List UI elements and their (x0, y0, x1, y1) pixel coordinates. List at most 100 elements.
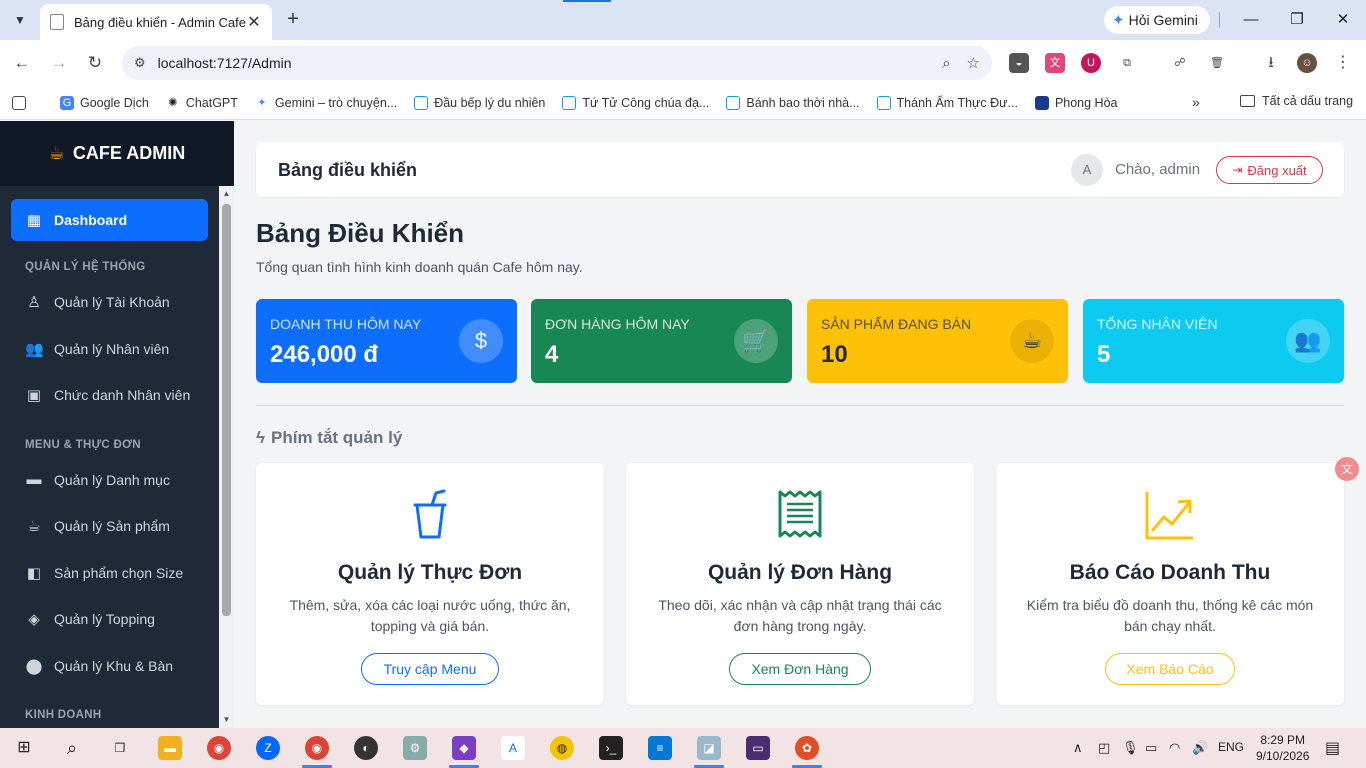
trash-icon[interactable]: 🗑 (1207, 53, 1227, 73)
volume-icon[interactable]: 🔊 (1192, 740, 1208, 756)
address-bar[interactable]: ⚙ localhost:7127/Admin ⌕ ☆ (122, 46, 992, 80)
bookmark-label: Thánh Ẩm Thực Đư... (896, 95, 1018, 110)
sidebar-item-sizes[interactable]: ◧ Sản phẩm chọn Size (0, 550, 219, 597)
bookmarks-overflow-icon[interactable]: » (1192, 94, 1200, 110)
search-icon[interactable]: ⌕ (60, 736, 84, 760)
sidebar-item-label: Quản lý Topping (54, 611, 155, 628)
stat-value: 4 (545, 341, 559, 368)
ssms-icon[interactable]: ▭ (746, 736, 770, 760)
people-icon: 👥 (25, 340, 44, 358)
extensions-puzzle-icon[interactable]: ⧉ (1117, 53, 1137, 73)
app-store-icon[interactable]: A (501, 736, 525, 760)
sidebar-item-staff[interactable]: 👥 Quản lý Nhân viên (0, 326, 219, 373)
tray-camera-icon[interactable]: ◰ (1098, 740, 1110, 756)
tab-search-chevron-icon[interactable]: ▼ (8, 8, 32, 32)
bookmark-novel-3[interactable]: Bánh bao thời nhà... (726, 95, 860, 110)
sidebar-section-business: KINH DOANH (25, 709, 102, 721)
windows-taskbar: ⊞ ⌕ ❒ ▬ ◉ Z ◉ ◐ ⚙ ◆ A ◍ ›_ ≡ ◪ ▭ ✿ ∧ ◰ 🎙… (0, 728, 1366, 768)
download-icon[interactable]: ⭳ (1261, 53, 1281, 73)
virtual-machine-icon[interactable]: ◪ (697, 736, 721, 760)
size-icon: ◧ (26, 564, 42, 582)
database-icon[interactable]: ≡ (648, 736, 672, 760)
task-view-icon[interactable]: ❒ (108, 736, 132, 760)
app-red-icon[interactable]: ✿ (795, 736, 819, 760)
notification-center-icon[interactable]: ▤ (1325, 738, 1340, 758)
scroll-down-arrow-icon[interactable]: ▼ (219, 712, 234, 728)
book-icon (726, 95, 741, 110)
logout-button[interactable]: ⇥ Đăng xuất (1216, 156, 1323, 184)
bookmark-novel-2[interactable]: Tứ Tử Công chúa đạ... (562, 95, 710, 110)
wifi-icon[interactable]: ◠ (1169, 740, 1180, 756)
scrollbar-thumb[interactable] (222, 204, 231, 616)
battery-icon[interactable]: ▭ (1145, 740, 1157, 756)
chrome-icon[interactable]: ◉ (207, 736, 231, 760)
site-settings-icon[interactable]: ⚙ (134, 55, 146, 71)
stat-label: ĐƠN HÀNG HÔM NAY (545, 316, 690, 332)
bookmark-chatgpt[interactable]: ✺ ChatGPT (166, 96, 238, 110)
all-bookmarks-folder[interactable]: Tất cả dấu trang (1240, 94, 1353, 108)
brand-logo[interactable]: ☕ CAFE ADMIN (0, 121, 234, 186)
window-close-icon[interactable]: ✕ (1331, 8, 1355, 32)
settings-gear-icon[interactable]: ⚙ (403, 736, 427, 760)
incognito-icon[interactable]: ☍ (1170, 53, 1190, 73)
sidebar-item-dashboard[interactable]: ▦ Dashboard (11, 199, 208, 241)
layers-icon: ◈ (28, 611, 40, 629)
profile-avatar-icon[interactable]: ☺ (1297, 53, 1317, 73)
sidebar-item-job-titles[interactable]: ▣ Chức danh Nhân viên (0, 372, 219, 419)
chrome-active-icon[interactable]: ◉ (305, 736, 329, 760)
sidebar-item-products[interactable]: ☕ Quản lý Sản phẩm (0, 503, 219, 550)
bookmark-novel-4[interactable]: Thánh Ẩm Thực Đư... (876, 95, 1018, 110)
reload-icon[interactable]: ↻ (83, 51, 107, 75)
sidebar-item-areas-tables[interactable]: ⬤ Quản lý Khu & Bàn (0, 643, 219, 690)
bookmark-gemini[interactable]: ✦ Gemini – trò chuyện... (255, 96, 397, 110)
tab-close-icon[interactable]: ✕ (246, 12, 262, 32)
back-arrow-icon[interactable]: ← (10, 51, 34, 75)
windows-start-icon[interactable]: ⊞ (12, 736, 36, 760)
floating-translate-icon[interactable]: 文 (1335, 457, 1359, 481)
view-orders-button[interactable]: Xem Đơn Hàng (729, 653, 871, 685)
sidebar-item-toppings[interactable]: ◈ Quản lý Topping (0, 596, 219, 643)
microphone-icon[interactable]: 🎙 (1122, 740, 1139, 756)
bookmark-star-icon[interactable]: ☆ (967, 54, 980, 72)
app-yellow-icon[interactable]: ◍ (550, 736, 574, 760)
extension-hat-icon[interactable]: ◒ (1009, 53, 1029, 73)
scroll-up-arrow-icon[interactable]: ▲ (219, 186, 234, 202)
bookmark-label: Tứ Tử Công chúa đạ... (582, 95, 710, 110)
access-menu-button[interactable]: Truy cập Menu (361, 653, 499, 685)
stat-value: 10 (821, 341, 848, 368)
bookmark-novel-1[interactable]: Đầu bếp lý du nhiên (414, 95, 545, 110)
receipt-icon (626, 489, 974, 543)
taskbar-clock[interactable]: 8:29 PM 9/10/2026 (1256, 732, 1309, 764)
apps-grid-icon[interactable] (12, 95, 32, 110)
new-tab-plus-icon[interactable]: + (282, 8, 304, 30)
view-reports-button[interactable]: Xem Báo Cáo (1105, 653, 1235, 685)
file-explorer-icon[interactable]: ▬ (158, 736, 182, 760)
sidebar-item-label: Dashboard (54, 212, 128, 228)
book-icon (562, 95, 577, 110)
ask-gemini-button[interactable]: ✦ Hỏi Gemini (1104, 6, 1210, 34)
visual-studio-icon[interactable]: ◆ (452, 736, 476, 760)
restore-icon[interactable]: ❐ (1285, 8, 1309, 32)
bookmark-google-translate[interactable]: G Google Dịch (60, 95, 149, 110)
bookmark-label: Bánh bao thời nhà... (746, 95, 860, 110)
tab-title: Bảng điều khiển - Admin Cafe (74, 14, 246, 30)
sidebar-item-label: Quản lý Nhân viên (54, 340, 170, 357)
forward-arrow-icon[interactable]: → (47, 51, 71, 75)
minimize-icon[interactable]: — (1239, 8, 1263, 32)
sidebar-item-categories[interactable]: ▬ Quản lý Danh mục (0, 457, 219, 504)
zoom-search-icon[interactable]: ⌕ (942, 55, 950, 72)
browser-tab-active[interactable]: Bảng điều khiển - Admin Cafe ✕ (40, 4, 272, 40)
browser-menu-icon[interactable]: ⋮ (1333, 53, 1353, 73)
obs-icon[interactable]: ◐ (354, 736, 378, 760)
extension-translate-icon[interactable]: 文 (1045, 53, 1065, 73)
tray-overflow-chevron-icon[interactable]: ∧ (1073, 740, 1083, 756)
sidebar-scrollbar[interactable]: ▲ ▼ (219, 186, 234, 728)
extension-shield-icon[interactable]: U (1081, 53, 1101, 73)
url-text[interactable]: localhost:7127/Admin (158, 55, 926, 71)
sidebar-item-accounts[interactable]: ♙ Quản lý Tài Khoản (0, 279, 219, 326)
bookmark-phong-hoa[interactable]: Phong Hòa (1034, 95, 1118, 110)
stat-label: SẢN PHẨM ĐANG BÁN (821, 316, 972, 332)
zalo-icon[interactable]: Z (256, 736, 280, 760)
terminal-icon[interactable]: ›_ (599, 736, 623, 760)
language-indicator[interactable]: ENG (1218, 740, 1244, 754)
